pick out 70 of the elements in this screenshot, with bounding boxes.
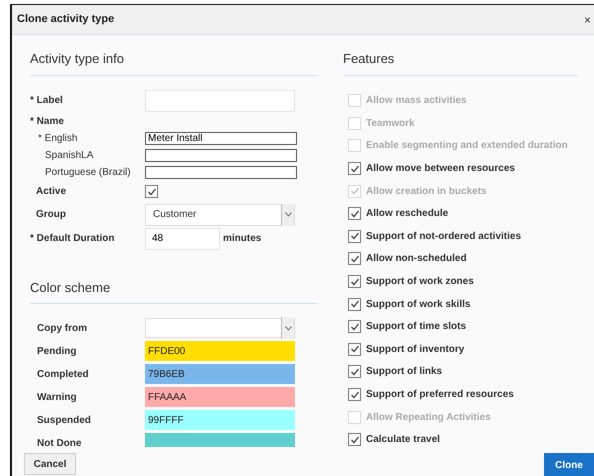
name-field[interactable] (145, 149, 297, 162)
checkbox[interactable] (348, 365, 361, 378)
dropdown-value: Customer (152, 208, 196, 222)
color-code: 99FFFF (147, 414, 184, 428)
color-field[interactable]: FFDE00 (145, 341, 295, 361)
clone-button[interactable]: Clone (544, 453, 594, 476)
feature-label: Allow Repeating Activities (366, 410, 491, 425)
caret-icon (284, 212, 292, 217)
checkbox[interactable] (348, 230, 361, 243)
color-field[interactable]: 99FFFF (145, 410, 295, 430)
dropdown-toggle[interactable] (281, 204, 294, 226)
field-label: * Name (30, 115, 64, 129)
feature-label: Support of time slots (366, 320, 466, 334)
field-label: Suspended (36, 414, 92, 428)
field-label: Pending (36, 344, 78, 358)
language-label: SpanishLA (44, 149, 94, 163)
checkbox[interactable] (348, 342, 361, 356)
label-field[interactable] (145, 90, 295, 112)
checkbox[interactable] (348, 320, 361, 334)
field-label: Completed (36, 368, 90, 382)
feature-label: Calculate travel (366, 433, 440, 448)
language-label: * English (37, 132, 78, 146)
feature-label: Allow creation in buckets (366, 184, 487, 199)
duration-field[interactable]: 48 (145, 228, 220, 250)
color-code: FFAAAA (147, 390, 186, 404)
checkbox[interactable] (348, 207, 361, 220)
group-dropdown[interactable]: Customer (145, 204, 295, 226)
checkbox[interactable] (348, 252, 361, 266)
color-field[interactable] (145, 433, 295, 447)
feature-label: Support of preferred resources (366, 388, 514, 402)
feature-label: Support of inventory (366, 342, 464, 357)
color-field[interactable]: FFAAAA (145, 387, 295, 407)
color-field[interactable]: 79B6EB (145, 364, 295, 384)
checkbox[interactable] (348, 298, 361, 311)
field-label: Copy from (36, 322, 88, 336)
feature-label: Enable segmenting and extended duration (366, 139, 568, 154)
window-title: Clone activity type (17, 12, 114, 28)
section-heading: Features (343, 49, 578, 76)
feature-label: Support of work zones (366, 275, 474, 290)
feature-label: Teamwork (366, 116, 415, 131)
color-code: FFDE00 (147, 344, 186, 358)
checkbox[interactable] (348, 275, 361, 288)
caret-icon (284, 326, 292, 330)
dropdown-toggle[interactable] (281, 317, 294, 339)
feature-label: Support of not-ordered activities (366, 230, 522, 244)
feature-label: Support of links (366, 365, 442, 380)
feature-label: Allow reschedule (366, 207, 448, 222)
feature-label: Support of work skills (366, 298, 470, 312)
color-code: 79B6EB (147, 368, 185, 382)
checkbox[interactable] (348, 162, 361, 176)
close-button[interactable]: × (584, 10, 591, 28)
name-field[interactable]: Meter Install (145, 132, 297, 145)
feature-label: Allow move between resources (366, 162, 515, 176)
checkbox[interactable] (348, 433, 361, 446)
field-label: Active (35, 185, 68, 199)
field-label: Not Done (36, 436, 82, 447)
checkbox[interactable] (145, 185, 158, 198)
feature-label: Allow non-scheduled (366, 252, 467, 266)
checkbox[interactable] (348, 388, 361, 402)
section-heading: Color scheme (30, 278, 317, 304)
name-field[interactable] (145, 166, 297, 179)
field-label: Warning (36, 390, 78, 404)
feature-label: Allow mass activities (366, 94, 467, 108)
field-label: Group (35, 208, 67, 222)
cancel-button[interactable]: Cancel (24, 453, 76, 475)
field-label: * Label (30, 94, 64, 108)
field-label: * Default Duration (30, 232, 116, 246)
section-heading: Activity type info (30, 49, 317, 76)
unit-label: minutes (223, 232, 262, 246)
language-label: Portuguese (Brazil) (44, 166, 132, 180)
